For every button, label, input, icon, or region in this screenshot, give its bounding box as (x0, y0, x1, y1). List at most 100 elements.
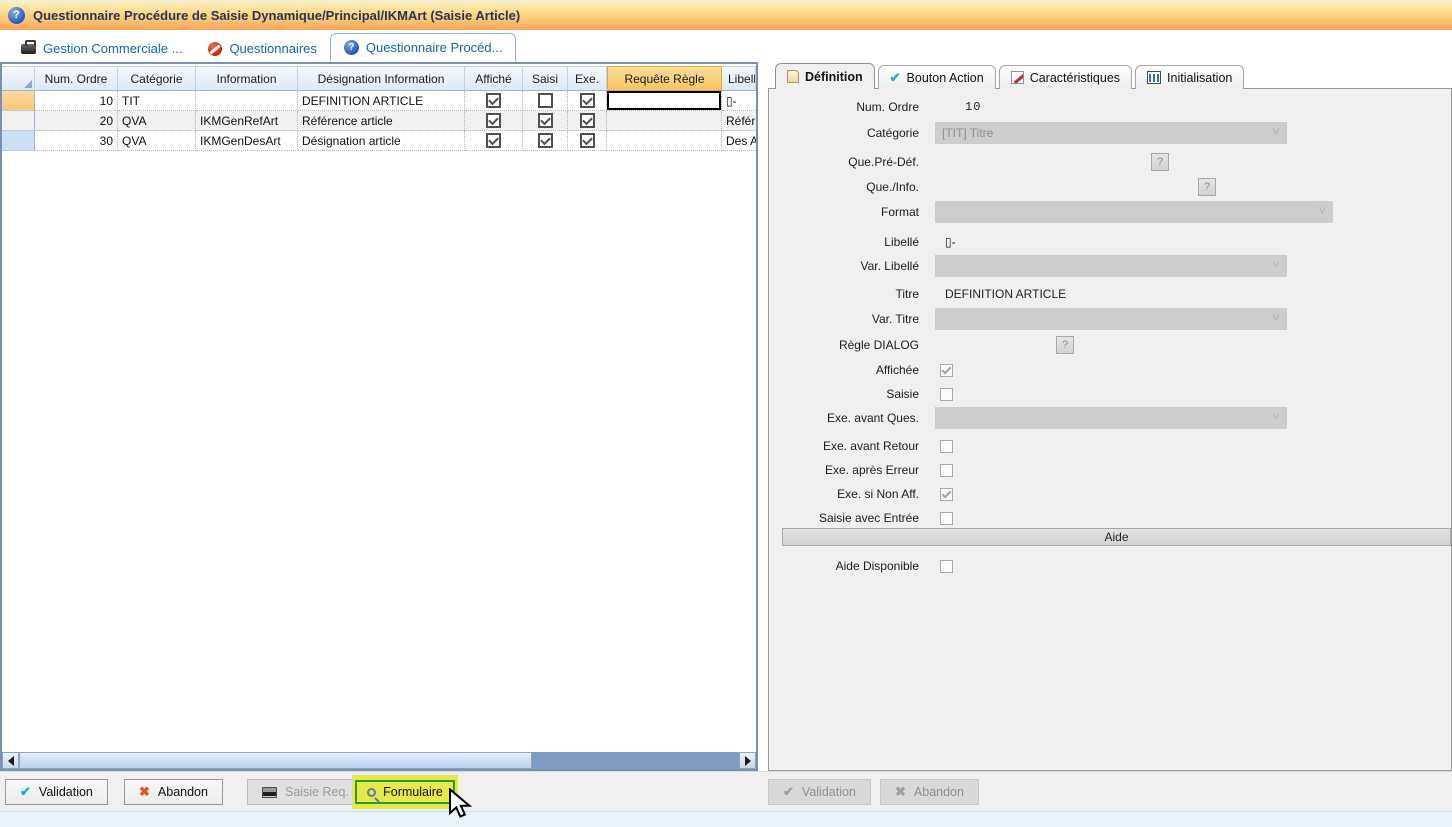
tab-questionnaire-procedure[interactable]: ? Questionnaire Procéd... (330, 33, 517, 62)
field-label: Exe. avant Retour (769, 439, 927, 453)
col-header-libelle[interactable]: Libellé (722, 66, 756, 91)
cell-designation[interactable]: Référence article (298, 111, 465, 131)
col-header-saisi[interactable]: Saisi (523, 66, 568, 91)
formulaire-button[interactable]: Formulaire (355, 780, 455, 804)
affichee-checkbox (940, 364, 953, 377)
que-info-help-button[interactable]: ? (1198, 178, 1216, 196)
table-row[interactable]: 10 TIT DEFINITION ARTICLE ▯- (2, 91, 756, 111)
cell-libelle[interactable]: ▯- (722, 91, 756, 111)
cell-num[interactable]: 30 (35, 131, 118, 151)
row-selector[interactable] (2, 91, 35, 111)
field-label: Aide Disponible (769, 559, 927, 573)
checkbox[interactable] (486, 113, 501, 128)
button-label: Validation (802, 785, 856, 799)
cell-affiche[interactable] (465, 91, 523, 111)
cell-exe[interactable] (568, 111, 607, 131)
tab-questionnaires[interactable]: Questionnaires (195, 35, 329, 62)
field-regle-dialog: Règle DIALOG ? (769, 334, 1441, 356)
cell-categorie[interactable]: QVA (118, 131, 196, 151)
tab-definition[interactable]: Définition (775, 63, 875, 89)
col-header-num-ordre[interactable]: Num. Ordre (35, 66, 118, 91)
checkbox[interactable] (580, 113, 595, 128)
cell-libelle[interactable]: Des A (722, 131, 756, 151)
checkbox[interactable] (580, 93, 595, 108)
tab-label: Définition (805, 70, 863, 84)
checkbox[interactable] (486, 133, 501, 148)
categorie-dropdown: [TIT] Titre (935, 122, 1287, 144)
categorie-value: [TIT] Titre (942, 126, 993, 140)
col-header-exe[interactable]: Exe. (568, 66, 607, 91)
checkbox[interactable] (538, 93, 553, 108)
cell-information[interactable]: IKMGenRefArt (196, 111, 298, 131)
button-label: Saisie Req. (285, 785, 349, 799)
row-selector[interactable] (2, 131, 35, 151)
title-bar: ? Questionnaire Procédure de Saisie Dyna… (0, 0, 1452, 30)
cell-information[interactable]: IKMGenDesArt (196, 131, 298, 151)
grid-select-all-header[interactable] (2, 66, 35, 91)
field-que-info: Que./Info. ? (769, 176, 1441, 198)
cell-saisi[interactable] (523, 131, 568, 151)
col-header-information[interactable]: Information (196, 66, 298, 91)
checkbox[interactable] (486, 93, 501, 108)
cell-saisi[interactable] (523, 91, 568, 111)
cell-requete-regle-focused[interactable] (607, 91, 722, 111)
checkbox[interactable] (538, 133, 553, 148)
field-label: Exe. avant Ques. (769, 411, 927, 425)
field-label: Exe. si Non Aff. (769, 487, 927, 501)
scrollbar-thumb[interactable] (19, 752, 532, 769)
cell-exe[interactable] (568, 131, 607, 151)
cell-categorie[interactable]: TIT (118, 91, 196, 111)
cell-libelle[interactable]: Référ (722, 111, 756, 131)
window-title: Questionnaire Procédure de Saisie Dynami… (33, 8, 520, 23)
cell-num[interactable]: 20 (35, 111, 118, 131)
table-row[interactable]: 20 QVA IKMGenRefArt Référence article Ré… (2, 111, 756, 131)
que-pre-def-help-button[interactable]: ? (1151, 153, 1169, 171)
cell-affiche[interactable] (465, 131, 523, 151)
field-label: Var. Titre (769, 312, 927, 326)
field-label: Que.Pré-Déf. (769, 155, 927, 169)
col-header-categorie[interactable]: Catégorie (118, 66, 196, 91)
field-format: Format (769, 201, 1441, 223)
exe-avant-retour-checkbox (940, 440, 953, 453)
horizontal-scrollbar[interactable] (2, 752, 756, 769)
col-header-affiche[interactable]: Affiché (465, 66, 523, 91)
checkbox[interactable] (580, 133, 595, 148)
mouse-cursor (448, 788, 472, 818)
cell-information[interactable] (196, 91, 298, 111)
checkbox[interactable] (538, 113, 553, 128)
footer-bar: ✔ Validation ✖ Abandon Saisie Req. Formu… (0, 771, 1452, 811)
cell-num[interactable]: 10 (35, 91, 118, 111)
tab-gestion-commerciale[interactable]: Gestion Commerciale ... (8, 35, 195, 62)
validation-button[interactable]: ✔ Validation (5, 779, 108, 805)
scroll-left-button[interactable] (2, 752, 19, 769)
cell-requete-regle[interactable] (607, 131, 722, 151)
tab-initialisation[interactable]: Initialisation (1135, 65, 1244, 89)
table-row[interactable]: 30 QVA IKMGenDesArt Désignation article … (2, 131, 756, 151)
tab-bouton-action[interactable]: ✔ Bouton Action (878, 65, 996, 89)
cell-requete-regle[interactable] (607, 111, 722, 131)
col-header-designation[interactable]: Désignation Information (298, 66, 465, 91)
regle-dialog-help-button[interactable]: ? (1056, 336, 1074, 354)
var-libelle-dropdown (935, 255, 1287, 277)
button-label: Formulaire (383, 785, 443, 799)
cell-designation[interactable]: DEFINITION ARTICLE (298, 91, 465, 111)
checkmark-icon: ✔ (20, 784, 31, 800)
cell-exe[interactable] (568, 91, 607, 111)
col-header-requete-regle[interactable]: Requête Règle (607, 66, 722, 91)
field-exe-avant-retour: Exe. avant Retour (769, 435, 1441, 457)
cell-categorie[interactable]: QVA (118, 111, 196, 131)
abandon-button[interactable]: ✖ Abandon (124, 779, 223, 805)
row-selector[interactable] (2, 111, 35, 131)
tab-caracteristiques[interactable]: Caractéristiques (999, 65, 1132, 89)
questions-grid-panel: Num. Ordre Catégorie Information Désigna… (0, 62, 758, 771)
button-label: Abandon (914, 785, 964, 799)
cell-affiche[interactable] (465, 111, 523, 131)
aide-disponible-checkbox (940, 560, 953, 573)
tab-label: Caractéristiques (1030, 71, 1120, 85)
cell-saisi[interactable] (523, 111, 568, 131)
main-tab-bar: Gestion Commerciale ... Questionnaires ?… (0, 30, 1452, 62)
var-titre-dropdown (935, 308, 1287, 330)
cell-designation[interactable]: Désignation article (298, 131, 465, 151)
titre-value: DEFINITION ARTICLE (945, 287, 1066, 301)
scroll-right-button[interactable] (739, 752, 756, 769)
